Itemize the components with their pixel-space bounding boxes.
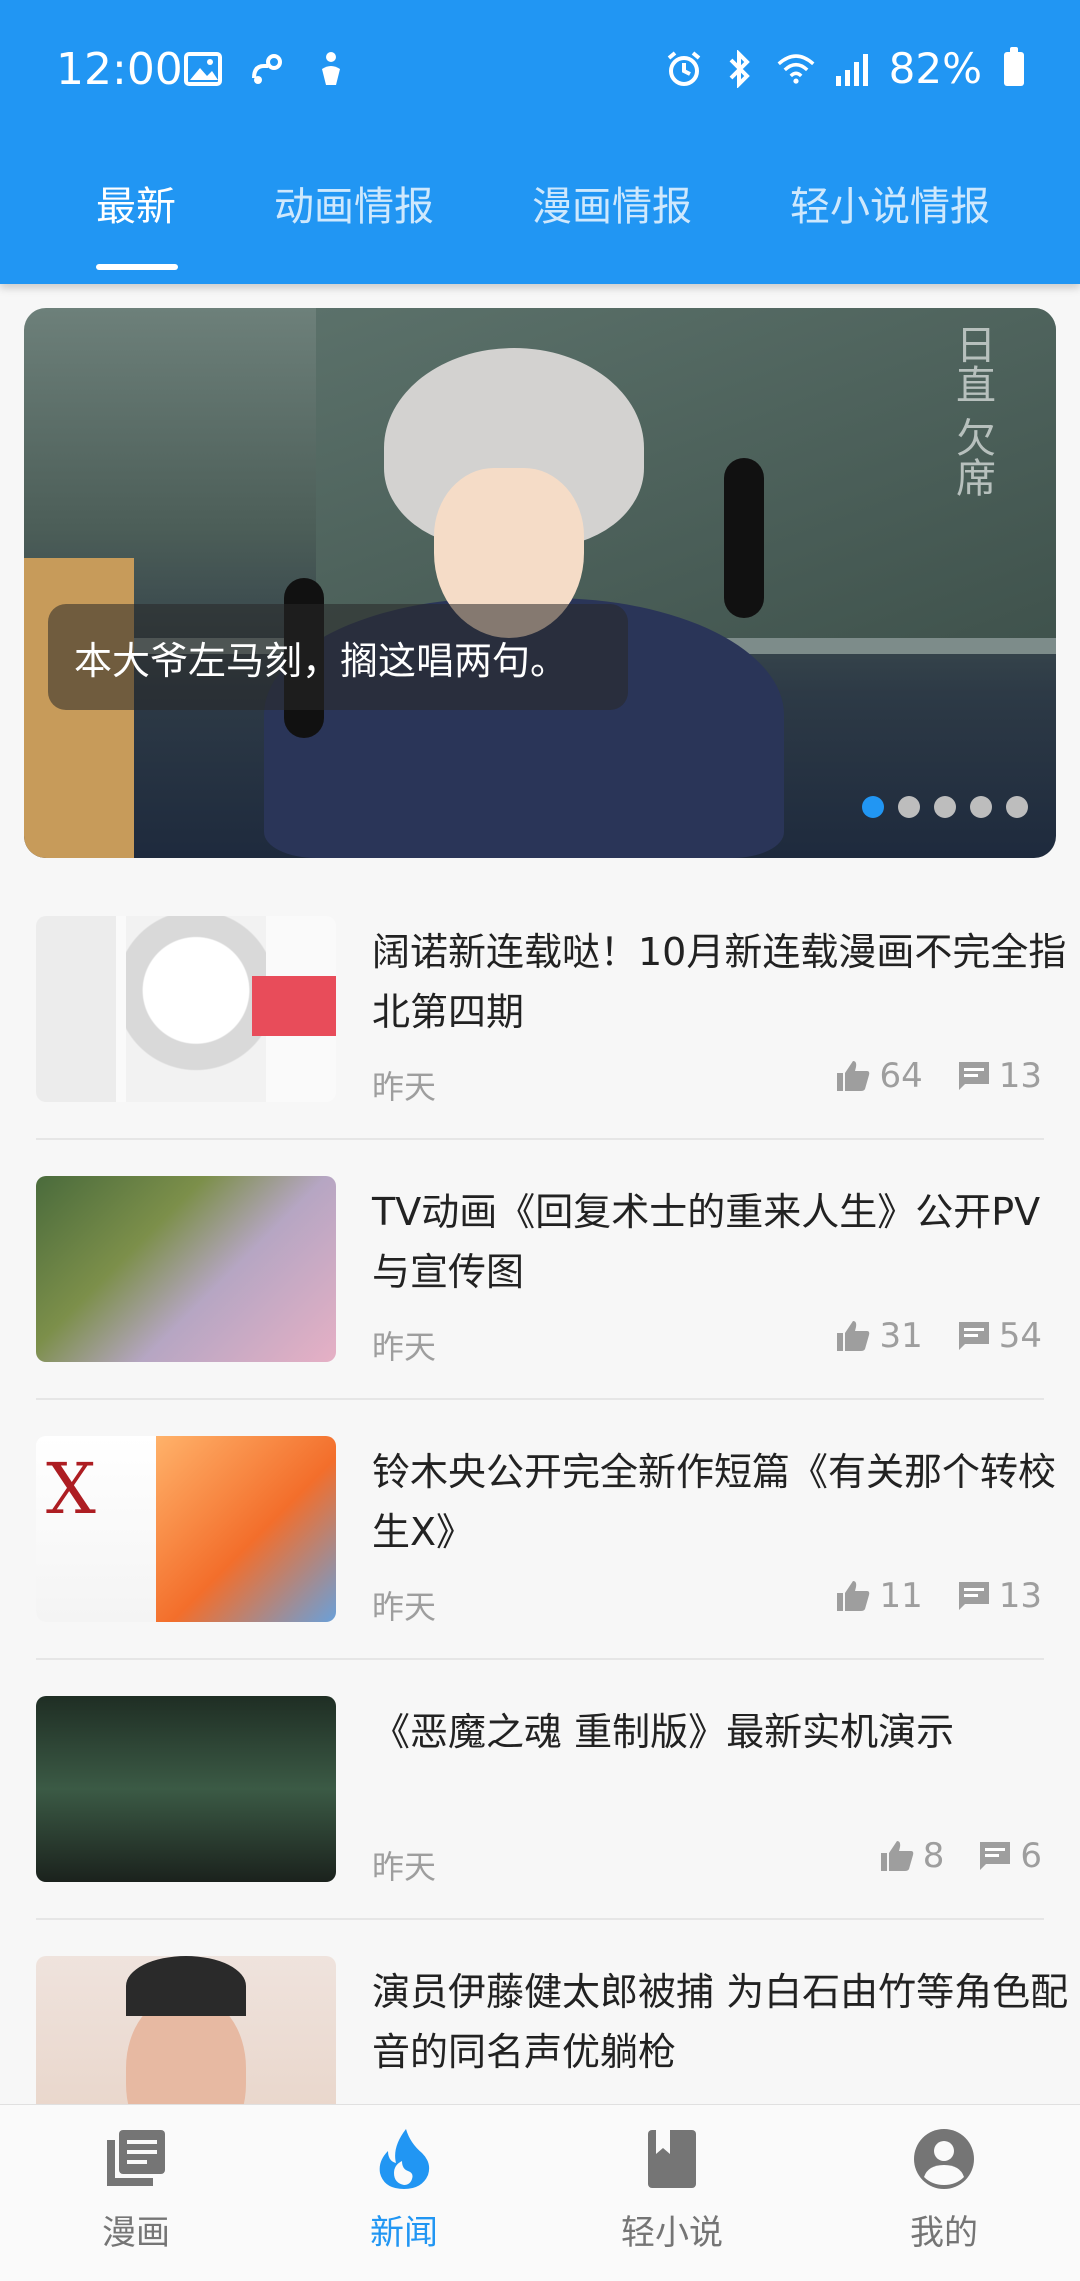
nav-label: 我的: [910, 2213, 978, 2253]
thumbnail-letter: X: [46, 1448, 96, 1530]
bluetooth-icon: [721, 49, 759, 88]
nav-manga[interactable]: 漫画: [36, 2127, 236, 2254]
app-bar: 12:00 82% 最新 动画情报 漫画情报 轻小说情报: [0, 0, 1080, 284]
tab-indicator: [96, 264, 178, 270]
news-stats: 31 54: [835, 1316, 1042, 1356]
news-thumbnail: [36, 916, 336, 1102]
book-icon: [640, 2127, 704, 2191]
news-title: TV动画《回复术士的重来人生》公开PV与宣传图: [372, 1190, 1041, 1294]
alarm-icon: [665, 50, 703, 88]
thumb-up-icon: [837, 1581, 870, 1611]
status-left-icons: [184, 50, 350, 88]
comment-icon: [980, 1842, 1011, 1870]
signal-icon: [833, 50, 871, 88]
bottom-navigation: 漫画 新闻 轻小说 我的: [0, 2104, 1080, 2281]
comment-icon: [958, 1582, 989, 1610]
thumb-up-icon: [880, 1841, 913, 1871]
news-title: 阔诺新连载哒！10月新连载漫画不完全指北第四期: [372, 930, 1067, 1034]
news-item[interactable]: TV动画《回复术士的重来人生》公开PV与宣传图 昨天 31 54: [36, 1140, 1044, 1400]
news-thumbnail: X: [36, 1436, 336, 1622]
status-bar: 12:00 82%: [0, 0, 1080, 140]
news-stats: 64 13: [835, 1056, 1042, 1096]
news-item[interactable]: X 铃木央公开完全新作短篇《有关那个转校生X》 昨天 11 13: [36, 1400, 1056, 1660]
news-item[interactable]: 阔诺新连载哒！10月新连载漫画不完全指北第四期 昨天 64 13: [36, 880, 1066, 1140]
news-thumbnail: [36, 1696, 336, 1882]
comment-count: 6: [1020, 1836, 1042, 1876]
tab-manga-news[interactable]: 漫画情报: [532, 174, 692, 232]
comment-icon: [958, 1322, 989, 1350]
news-title: 《恶魔之魂 重制版》最新实机演示: [372, 1710, 955, 1754]
tab-anime-news[interactable]: 动画情报: [274, 174, 434, 232]
banner-caption: 本大爷左马刻，搁这唱两句。: [48, 604, 628, 710]
comment-icon: [958, 1062, 989, 1090]
status-time: 12:00: [56, 44, 183, 95]
news-thumbnail: [36, 1176, 336, 1362]
battery-percent: 82%: [888, 44, 982, 93]
battery-icon: [1004, 46, 1024, 86]
comment-count: 13: [998, 1576, 1042, 1616]
banner-kanji: 日直 欠席: [949, 324, 995, 497]
news-stats: 11 13: [835, 1576, 1042, 1616]
nav-label: 轻小说: [621, 2213, 723, 2253]
microphone-right: [724, 458, 764, 618]
tab-light-novel-news[interactable]: 轻小说情报: [790, 174, 990, 232]
page-dot[interactable]: [934, 796, 956, 818]
like-count: 64: [879, 1056, 923, 1096]
banner-page-indicator: [862, 796, 1028, 818]
nav-label: 漫画: [102, 2213, 170, 2253]
news-date: 昨天: [372, 1328, 437, 1366]
category-tabs: 最新 动画情报 漫画情报 轻小说情报: [0, 160, 1080, 284]
nav-profile[interactable]: 我的: [844, 2127, 1044, 2254]
news-date: 昨天: [372, 1588, 437, 1626]
page-dot[interactable]: [1006, 796, 1028, 818]
nav-label: 新闻: [370, 2213, 438, 2253]
link-icon: [248, 50, 286, 88]
comment-count: 54: [998, 1316, 1042, 1356]
thumb-up-icon: [837, 1061, 870, 1091]
news-date: 昨天: [372, 1848, 437, 1886]
nav-light-novel[interactable]: 轻小说: [572, 2127, 772, 2254]
banner-character: [264, 348, 784, 858]
flame-icon: [372, 2127, 436, 2191]
like-count: 31: [879, 1316, 923, 1356]
library-book-icon: [104, 2127, 168, 2191]
tab-latest[interactable]: 最新: [96, 174, 176, 232]
like-count: 11: [879, 1576, 923, 1616]
status-right-icons: 82%: [665, 44, 1024, 93]
news-title: 演员伊藤健太郎被捕 为白石由竹等角色配音的同名声优躺枪: [372, 1970, 1069, 2074]
nav-news[interactable]: 新闻: [304, 2127, 504, 2254]
news-date: 昨天: [372, 1068, 437, 1106]
banner-caption-text: 本大爷左马刻，搁这唱两句。: [74, 638, 569, 683]
comment-count: 13: [998, 1056, 1042, 1096]
news-item[interactable]: 《恶魔之魂 重制版》最新实机演示 昨天 8 6: [36, 1660, 1044, 1920]
page-dot[interactable]: [862, 796, 884, 818]
like-count: 8: [922, 1836, 945, 1876]
banner-carousel[interactable]: 日直 欠席 本大爷左马刻，搁这唱两句。: [24, 308, 1056, 858]
account-circle-icon: [912, 2127, 976, 2191]
news-title: 铃木央公开完全新作短篇《有关那个转校生X》: [372, 1450, 1057, 1554]
page-dot[interactable]: [898, 796, 920, 818]
thumb-up-icon: [837, 1321, 870, 1351]
image-icon: [184, 50, 222, 88]
news-stats: 8 6: [879, 1836, 1042, 1876]
accessibility-icon: [312, 50, 350, 88]
page-dot[interactable]: [970, 796, 992, 818]
wifi-icon: [777, 50, 815, 88]
